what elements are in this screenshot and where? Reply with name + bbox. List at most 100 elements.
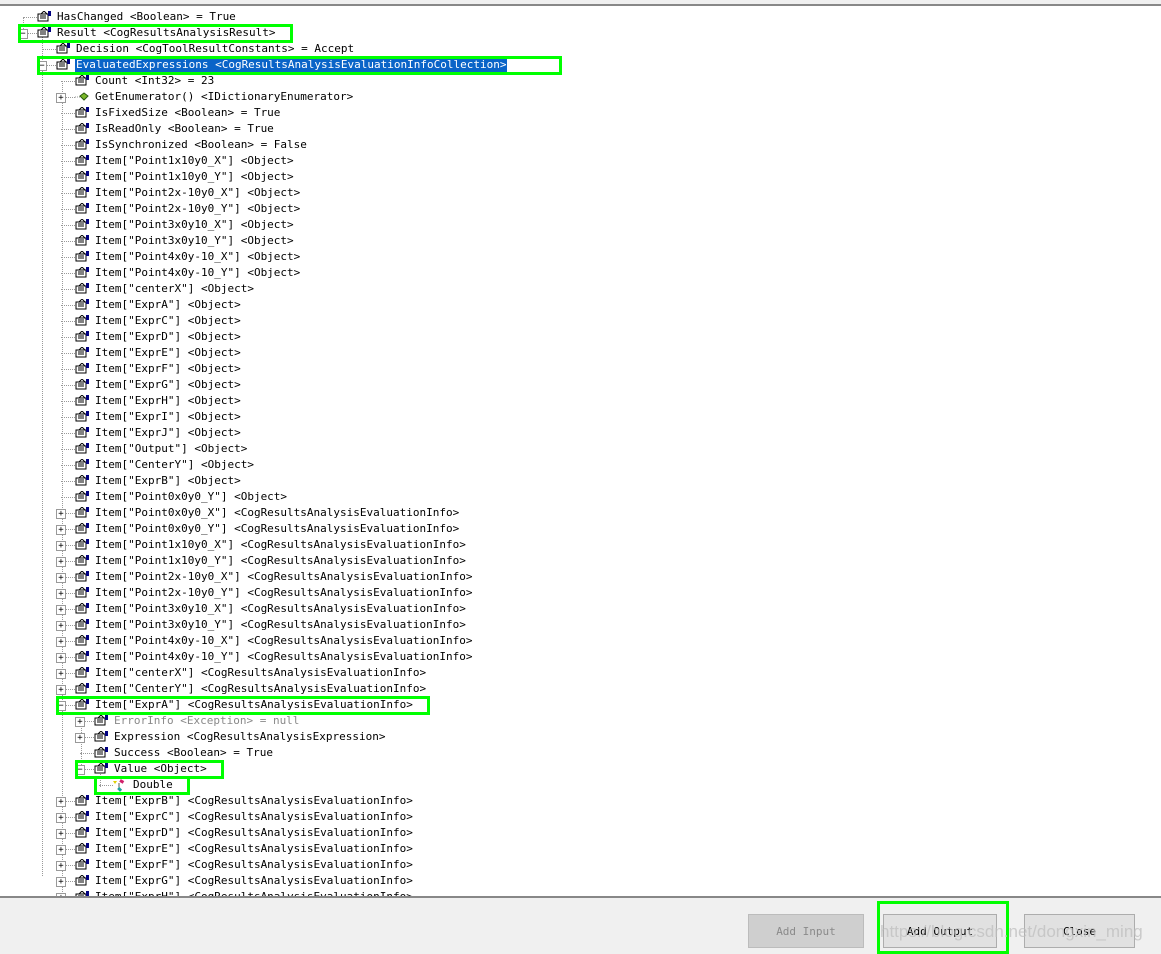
tree-node-label[interactable]: Item["Point2x-10y0_Y"] <Object> bbox=[94, 201, 301, 217]
tree-node-label[interactable]: Item["Point4x0y-10_Y"] <CogResultsAnalys… bbox=[94, 649, 474, 665]
tree-node[interactable]: Item["ExprF"] <Object> bbox=[0, 361, 1161, 377]
tree-node[interactable]: − Value <Object> bbox=[0, 761, 1161, 777]
tree-node[interactable]: + Item["Point4x0y-10_Y"] <CogResultsAnaly… bbox=[0, 649, 1161, 665]
expand-icon[interactable]: + bbox=[56, 877, 66, 887]
tree-node[interactable]: Count <Int32> = 23 bbox=[0, 73, 1161, 89]
tree-node[interactable]: HasChanged <Boolean> = True bbox=[0, 9, 1161, 25]
tree-node[interactable]: + Item["Point0x0y0_Y"] <CogResultsAnalysi… bbox=[0, 521, 1161, 537]
expand-icon[interactable]: + bbox=[56, 653, 66, 663]
tree-node-label[interactable]: Item["CenterY"] <CogResultsAnalysisEvalu… bbox=[94, 681, 427, 697]
tree-node-label[interactable]: Item["CenterY"] <Object> bbox=[94, 457, 255, 473]
tree-node[interactable]: Item["Point3x0y10_X"] <Object> bbox=[0, 217, 1161, 233]
expand-icon[interactable]: + bbox=[56, 813, 66, 823]
tree-node-label[interactable]: ErrorInfo <Exception> = null bbox=[113, 713, 300, 729]
tree-node[interactable]: + Item["Point2x-10y0_Y"] <CogResultsAnaly… bbox=[0, 585, 1161, 601]
expand-icon[interactable]: + bbox=[56, 893, 66, 896]
tree-node[interactable]: + ErrorInfo <Exception> = null bbox=[0, 713, 1161, 729]
collapse-icon[interactable]: − bbox=[75, 765, 85, 775]
tree-node[interactable]: Item["ExprA"] <Object> bbox=[0, 297, 1161, 313]
tree-node[interactable]: Item["ExprE"] <Object> bbox=[0, 345, 1161, 361]
tree-node-label[interactable]: Item["Point0x0y0_X"] <CogResultsAnalysis… bbox=[94, 505, 460, 521]
expand-icon[interactable]: + bbox=[56, 685, 66, 695]
tree-node-label[interactable]: Item["ExprB"] <Object> bbox=[94, 473, 242, 489]
tree-node[interactable]: IsFixedSize <Boolean> = True bbox=[0, 105, 1161, 121]
tree-node-label[interactable]: Decision <CogToolResultConstants> = Acce… bbox=[75, 41, 355, 57]
tree-node[interactable]: − EvaluatedExpressions <CogResultsAnalysi… bbox=[0, 57, 1161, 73]
tree-node-label[interactable]: Count <Int32> = 23 bbox=[94, 73, 215, 89]
tree-node[interactable]: + Item["Point3x0y10_X"] <CogResultsAnalys… bbox=[0, 601, 1161, 617]
tree-node[interactable]: Item["ExprJ"] <Object> bbox=[0, 425, 1161, 441]
tree-node[interactable]: + Item["ExprC"] <CogResultsAnalysisEvalua… bbox=[0, 809, 1161, 825]
tree-node-label[interactable]: Item["Point1x10y0_Y"] <Object> bbox=[94, 169, 295, 185]
tree-node[interactable]: + Item["centerX"] <CogResultsAnalysisEval… bbox=[0, 665, 1161, 681]
tree-node[interactable]: + Item["Point4x0y-10_X"] <CogResultsAnaly… bbox=[0, 633, 1161, 649]
tree-node-label[interactable]: Item["ExprH"] <CogResultsAnalysisEvaluat… bbox=[94, 889, 414, 896]
expand-icon[interactable]: + bbox=[56, 589, 66, 599]
property-tree[interactable]: HasChanged <Boolean> = True − Result <CogR… bbox=[0, 4, 1161, 898]
expand-icon[interactable]: + bbox=[56, 93, 66, 103]
tree-node[interactable]: Item["ExprH"] <Object> bbox=[0, 393, 1161, 409]
tree-node-label[interactable]: Item["ExprE"] <CogResultsAnalysisEvaluat… bbox=[94, 841, 414, 857]
tree-node[interactable]: Item["ExprG"] <Object> bbox=[0, 377, 1161, 393]
tree-node[interactable]: Item["Point2x-10y0_X"] <Object> bbox=[0, 185, 1161, 201]
tree-node[interactable]: Item["ExprD"] <Object> bbox=[0, 329, 1161, 345]
tree-node[interactable]: + Item["CenterY"] <CogResultsAnalysisEval… bbox=[0, 681, 1161, 697]
tree-node-label[interactable]: Item["Point3x0y10_X"] <Object> bbox=[94, 217, 295, 233]
expand-icon[interactable]: + bbox=[56, 829, 66, 839]
tree-node-label[interactable]: Item["Point1x10y0_X"] <CogResultsAnalysi… bbox=[94, 537, 467, 553]
tree-node-label[interactable]: Item["ExprF"] <CogResultsAnalysisEvaluat… bbox=[94, 857, 414, 873]
tree-node-label[interactable]: Item["Point1x10y0_Y"] <CogResultsAnalysi… bbox=[94, 553, 467, 569]
tree-node-label[interactable]: Item["Point0x0y0_Y"] <Object> bbox=[94, 489, 288, 505]
collapse-icon[interactable]: − bbox=[56, 701, 66, 711]
add-output-button[interactable]: Add Output bbox=[883, 914, 997, 948]
tree-node[interactable]: + Expression <CogResultsAnalysisExpressio… bbox=[0, 729, 1161, 745]
tree-node-label[interactable]: Expression <CogResultsAnalysisExpression… bbox=[113, 729, 387, 745]
tree-node[interactable]: + Item["ExprH"] <CogResultsAnalysisEvalua… bbox=[0, 889, 1161, 896]
tree-node-label[interactable]: Item["Point2x-10y0_Y"] <CogResultsAnalys… bbox=[94, 585, 474, 601]
tree-node[interactable]: + Item["Point0x0y0_X"] <CogResultsAnalysi… bbox=[0, 505, 1161, 521]
tree-node[interactable]: Item["Point4x0y-10_Y"] <Object> bbox=[0, 265, 1161, 281]
tree-node-label[interactable]: Item["ExprA"] <CogResultsAnalysisEvaluat… bbox=[94, 697, 414, 713]
tree-node-label[interactable]: Item["Point2x-10y0_X"] <Object> bbox=[94, 185, 301, 201]
add-input-button[interactable]: Add Input bbox=[748, 914, 864, 948]
expand-icon[interactable]: + bbox=[56, 861, 66, 871]
tree-node[interactable]: Item["ExprI"] <Object> bbox=[0, 409, 1161, 425]
tree-node[interactable]: Item["Point0x0y0_Y"] <Object> bbox=[0, 489, 1161, 505]
expand-icon[interactable]: + bbox=[56, 637, 66, 647]
tree-node[interactable]: Item["Point2x-10y0_Y"] <Object> bbox=[0, 201, 1161, 217]
tree-node[interactable]: Item["Point1x10y0_X"] <Object> bbox=[0, 153, 1161, 169]
tree-node[interactable]: + Item["Point3x0y10_Y"] <CogResultsAnalys… bbox=[0, 617, 1161, 633]
tree-node[interactable]: Double bbox=[0, 777, 1161, 793]
tree-node[interactable]: + Item["Point2x-10y0_X"] <CogResultsAnaly… bbox=[0, 569, 1161, 585]
tree-node-label[interactable]: Item["Point3x0y10_Y"] <Object> bbox=[94, 233, 295, 249]
tree-node-label[interactable]: Double bbox=[132, 777, 174, 793]
tree-node-label[interactable]: Item["ExprG"] <CogResultsAnalysisEvaluat… bbox=[94, 873, 414, 889]
expand-icon[interactable]: + bbox=[56, 509, 66, 519]
tree-node[interactable]: − Result <CogResultsAnalysisResult> bbox=[0, 25, 1161, 41]
expand-icon[interactable]: + bbox=[56, 621, 66, 631]
tree-node-label[interactable]: Item["ExprF"] <Object> bbox=[94, 361, 242, 377]
tree-node-label[interactable]: Item["Point4x0y-10_X"] <Object> bbox=[94, 249, 301, 265]
tree-node-label[interactable]: Item["ExprE"] <Object> bbox=[94, 345, 242, 361]
tree-node-label[interactable]: Value <Object> bbox=[113, 761, 208, 777]
tree-node[interactable]: − Item["ExprA"] <CogResultsAnalysisEvalua… bbox=[0, 697, 1161, 713]
expand-icon[interactable]: + bbox=[56, 525, 66, 535]
tree-node[interactable]: Item["ExprB"] <Object> bbox=[0, 473, 1161, 489]
tree-node-label[interactable]: IsReadOnly <Boolean> = True bbox=[94, 121, 275, 137]
expand-icon[interactable]: + bbox=[56, 541, 66, 551]
expand-icon[interactable]: + bbox=[56, 669, 66, 679]
tree-node[interactable]: Item["ExprC"] <Object> bbox=[0, 313, 1161, 329]
tree-node[interactable]: + Item["ExprD"] <CogResultsAnalysisEvalua… bbox=[0, 825, 1161, 841]
tree-node-label[interactable]: Item["ExprC"] <CogResultsAnalysisEvaluat… bbox=[94, 809, 414, 825]
tree-node[interactable]: Success <Boolean> = True bbox=[0, 745, 1161, 761]
tree-node-label[interactable]: IsFixedSize <Boolean> = True bbox=[94, 105, 281, 121]
collapse-icon[interactable]: − bbox=[37, 61, 47, 71]
tree-node[interactable]: + Item["Point1x10y0_Y"] <CogResultsAnalys… bbox=[0, 553, 1161, 569]
tree-node-label[interactable]: Item["ExprD"] <CogResultsAnalysisEvaluat… bbox=[94, 825, 414, 841]
tree-node[interactable]: IsReadOnly <Boolean> = True bbox=[0, 121, 1161, 137]
tree-node[interactable]: + Item["ExprG"] <CogResultsAnalysisEvalua… bbox=[0, 873, 1161, 889]
tree-node[interactable]: Item["Point1x10y0_Y"] <Object> bbox=[0, 169, 1161, 185]
tree-node-label[interactable]: HasChanged <Boolean> = True bbox=[56, 9, 237, 25]
tree-node-label[interactable]: Item["ExprG"] <Object> bbox=[94, 377, 242, 393]
tree-node-label[interactable]: Item["Point4x0y-10_Y"] <Object> bbox=[94, 265, 301, 281]
